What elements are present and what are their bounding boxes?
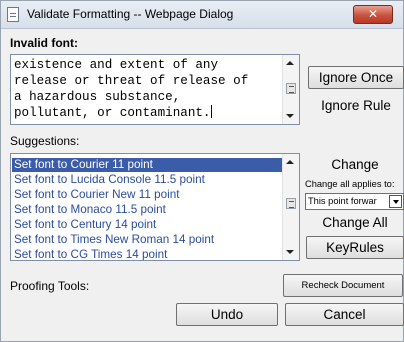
suggestion-item[interactable]: Set font to Courier 11 point <box>12 158 283 172</box>
invalid-font-text: existence and extent of any release or th… <box>14 57 282 121</box>
ignore-rule-button[interactable]: Ignore Rule <box>308 94 404 117</box>
ignore-once-button[interactable]: Ignore Once <box>308 66 404 89</box>
suggestion-item[interactable]: Set font to Monaco 11.5 point <box>12 203 283 217</box>
undo-button[interactable]: Undo <box>176 303 278 326</box>
scroll-down-arrow-icon[interactable] <box>286 250 294 254</box>
keyrules-button[interactable]: KeyRules <box>306 236 404 259</box>
suggestions-scrollbar[interactable] <box>282 154 299 260</box>
suggestion-item[interactable]: Set font to Century 14 point <box>12 218 283 232</box>
text-caret <box>210 105 212 118</box>
change-button[interactable]: Change <box>306 153 404 176</box>
text-line: existence and extent of any <box>14 58 219 72</box>
invalid-font-textbox[interactable]: existence and extent of any release or th… <box>10 54 300 125</box>
page-icon <box>7 7 19 22</box>
text-line: pollutant, or contaminant. <box>14 105 212 120</box>
change-all-scope-value: This point forwar <box>308 196 377 206</box>
scroll-thumb-grip-icon[interactable] <box>286 83 296 94</box>
proofing-tools-label: Proofing Tools: <box>10 279 90 293</box>
suggestions-list[interactable]: Set font to Courier 11 point Set font to… <box>10 153 300 261</box>
text-line: release or threat of release of <box>14 74 249 88</box>
suggestion-item[interactable]: Set font to Times New Roman 14 point <box>12 233 283 247</box>
scroll-up-arrow-icon[interactable] <box>286 61 294 65</box>
title-bar: Validate Formatting -- Webpage Dialog ✕ <box>1 1 403 29</box>
text-line: a hazardous substance, <box>14 90 181 104</box>
suggestion-item[interactable]: Set font to Courier New 11 point <box>12 188 283 202</box>
close-button[interactable]: ✕ <box>353 5 393 24</box>
recheck-document-button[interactable]: Recheck Document <box>283 274 403 297</box>
window-title: Validate Formatting -- Webpage Dialog <box>27 7 234 21</box>
chevron-down-icon[interactable] <box>389 195 402 208</box>
scroll-thumb-grip-icon[interactable] <box>286 198 296 209</box>
suggestion-item[interactable]: Set font to Lucida Console 11.5 point <box>12 173 283 187</box>
validate-formatting-dialog: Validate Formatting -- Webpage Dialog ✕ … <box>0 0 404 342</box>
suggestions-heading: Suggestions: <box>10 134 80 148</box>
change-all-applies-label: Change all applies to: <box>305 179 395 189</box>
scroll-down-arrow-icon[interactable] <box>286 114 294 118</box>
suggestion-item[interactable]: Set font to CG Times 14 point <box>12 248 283 260</box>
invalid-font-heading: Invalid font: <box>10 36 78 50</box>
cancel-button[interactable]: Cancel <box>285 303 404 326</box>
textbox-scrollbar[interactable] <box>282 55 299 124</box>
change-all-scope-select[interactable]: This point forwar <box>305 193 404 210</box>
change-all-button[interactable]: Change All <box>306 211 404 234</box>
scroll-up-arrow-icon[interactable] <box>286 160 294 164</box>
